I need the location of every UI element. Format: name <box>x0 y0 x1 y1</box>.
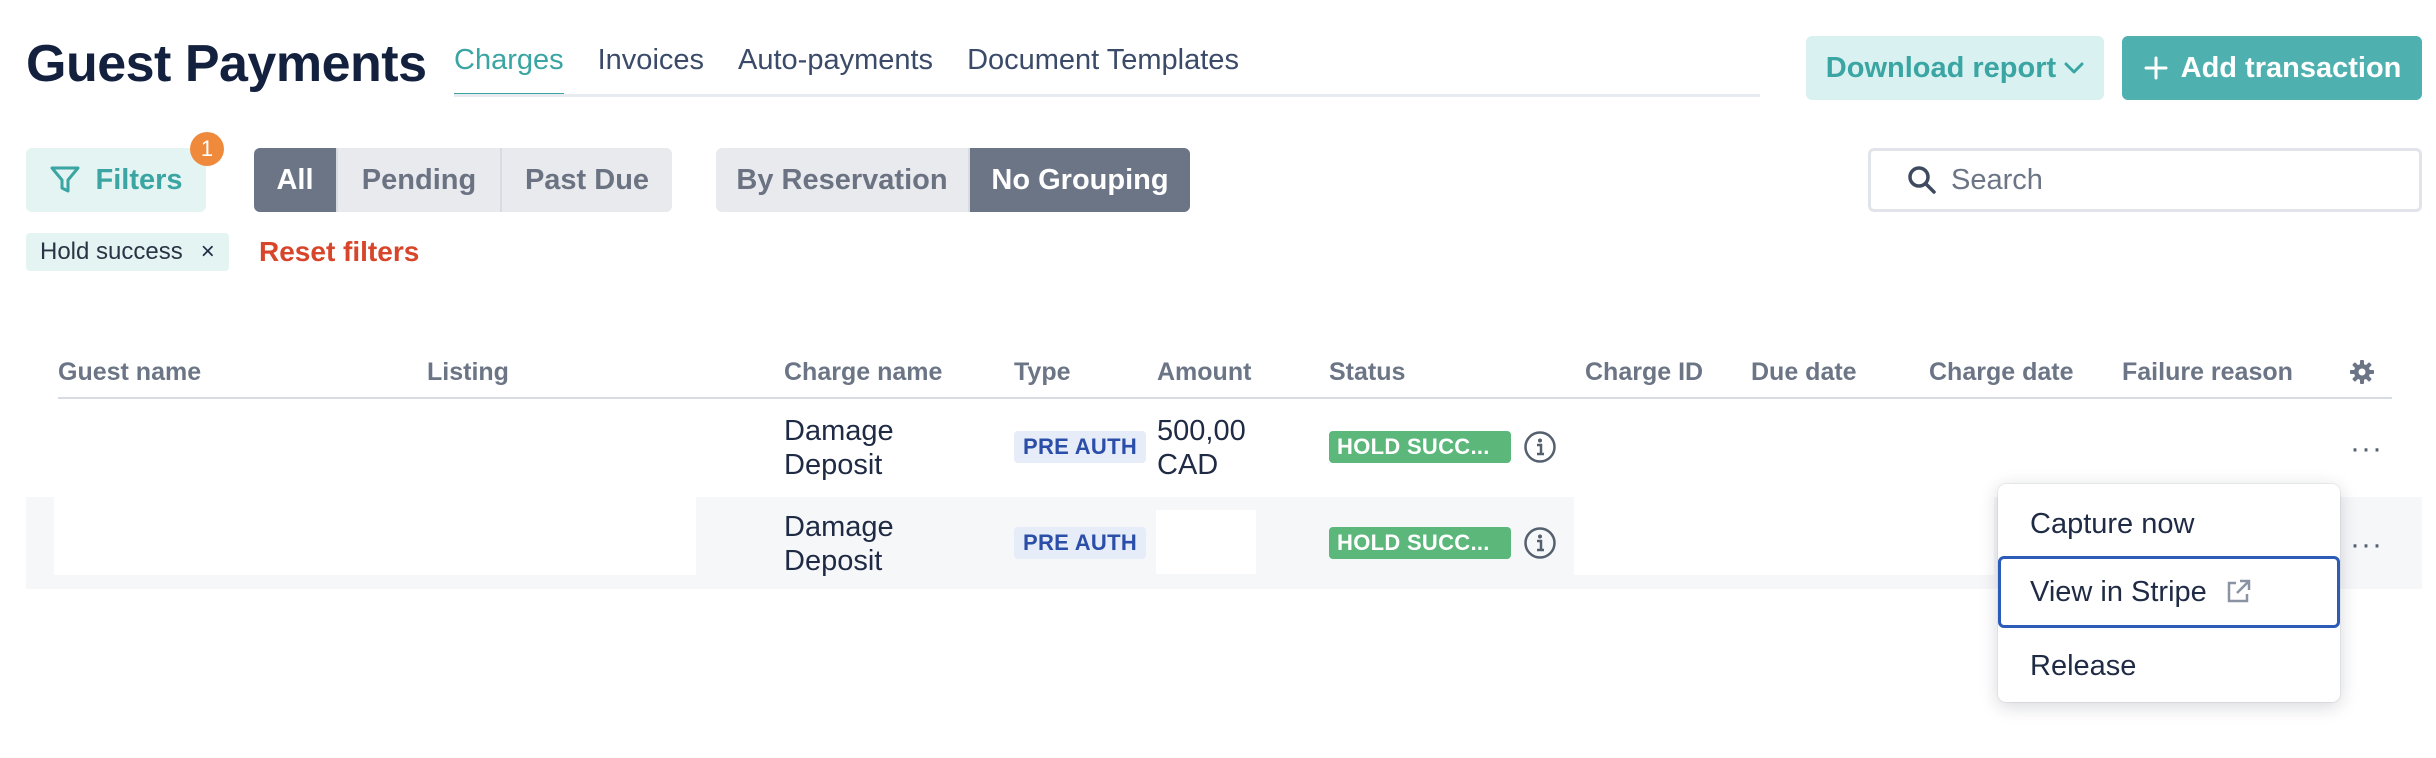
row1-amount: 500,00 CAD <box>1157 414 1246 482</box>
tab-charges[interactable]: Charges <box>454 44 564 97</box>
search-box <box>1868 148 2422 212</box>
column-failure-reason[interactable]: Failure reason <box>2122 358 2293 387</box>
close-icon[interactable]: × <box>201 238 215 266</box>
filters-count-badge: 1 <box>190 132 224 166</box>
grouping-segmented-control: By Reservation No Grouping <box>716 148 1190 212</box>
menu-item-view-in-stripe-label: View in Stripe <box>2030 575 2207 608</box>
add-transaction-label: Add transaction <box>2180 51 2402 84</box>
row2-type-badge: PRE AUTH <box>1014 527 1147 559</box>
status-segmented-control: All Pending Past Due <box>254 148 672 212</box>
row2-charge-name-line1: Damage <box>784 511 894 543</box>
tab-invoices[interactable]: Invoices <box>598 44 704 97</box>
reset-filters-link[interactable]: Reset filters <box>259 236 419 268</box>
row2-more-icon[interactable]: ··· <box>2350 528 2383 562</box>
filters-label: Filters <box>95 163 183 196</box>
row1-more-icon[interactable]: ··· <box>2350 432 2383 466</box>
row2-status-badge: HOLD SUCC... <box>1329 527 1511 559</box>
row-actions-menu: Capture now View in Stripe Release <box>1998 484 2340 702</box>
row2-redacted-ids-dates <box>1574 497 1994 575</box>
info-icon[interactable] <box>1523 526 1557 560</box>
menu-item-capture-now[interactable]: Capture now <box>1998 488 2340 560</box>
row1-charge-name-line1: Damage <box>784 415 894 447</box>
menu-item-capture-now-label: Capture now <box>2030 507 2195 540</box>
page-tabs: Charges Invoices Auto-payments Document … <box>454 44 1273 97</box>
plus-icon <box>2144 56 2168 80</box>
segment-past-due[interactable]: Past Due <box>502 148 672 212</box>
menu-item-release[interactable]: Release <box>1998 630 2340 702</box>
gear-icon[interactable] <box>2348 358 2376 386</box>
search-input[interactable] <box>1951 163 2391 197</box>
row1-type-badge: PRE AUTH <box>1014 431 1147 463</box>
column-due-date[interactable]: Due date <box>1751 358 1857 387</box>
segment-by-reservation[interactable]: By Reservation <box>716 148 970 212</box>
download-report-button[interactable]: Download report <box>1806 36 2104 100</box>
page-title: Guest Payments <box>26 35 427 93</box>
filter-icon <box>50 166 80 193</box>
column-listing[interactable]: Listing <box>427 358 509 387</box>
column-charge-date[interactable]: Charge date <box>1929 358 2073 387</box>
active-filter-label: Hold success <box>40 238 183 265</box>
segment-pending[interactable]: Pending <box>338 148 502 212</box>
tabs-divider <box>454 94 1760 97</box>
column-charge-id[interactable]: Charge ID <box>1585 358 1703 387</box>
row1-status-badge: HOLD SUCC... <box>1329 431 1511 463</box>
column-status[interactable]: Status <box>1329 358 1405 387</box>
segment-no-grouping[interactable]: No Grouping <box>970 148 1190 212</box>
column-amount[interactable]: Amount <box>1157 358 1251 387</box>
column-guest-name[interactable]: Guest name <box>58 358 201 387</box>
active-filter-chip: Hold success × <box>26 233 229 271</box>
download-report-label: Download report <box>1825 51 2057 84</box>
row1-amount-value: 500,00 <box>1157 415 1246 447</box>
row1-charge-name-line2: Deposit <box>784 449 883 481</box>
row1-charge-name: Damage Deposit <box>784 414 894 482</box>
segment-all[interactable]: All <box>254 148 338 212</box>
external-link-icon <box>2227 579 2251 603</box>
menu-item-release-label: Release <box>2030 649 2137 682</box>
column-type[interactable]: Type <box>1014 358 1071 387</box>
menu-item-view-in-stripe[interactable]: View in Stripe <box>1998 556 2340 628</box>
row1-amount-currency: CAD <box>1157 449 1219 481</box>
row2-redacted-guest-listing <box>54 497 696 575</box>
column-charge-name[interactable]: Charge name <box>784 358 942 387</box>
row2-charge-name-line2: Deposit <box>784 545 883 577</box>
row2-redacted-amount <box>1156 510 1256 574</box>
tab-auto-payments[interactable]: Auto-payments <box>738 44 933 97</box>
row2-charge-name: Damage Deposit <box>784 510 894 578</box>
filters-button[interactable]: Filters <box>26 148 206 212</box>
table-header-divider <box>58 397 2392 399</box>
chevron-down-icon <box>2064 62 2084 74</box>
search-icon <box>1908 166 1936 194</box>
tab-document-templates[interactable]: Document Templates <box>967 44 1239 97</box>
info-icon[interactable] <box>1523 430 1557 464</box>
add-transaction-button[interactable]: Add transaction <box>2122 36 2422 100</box>
